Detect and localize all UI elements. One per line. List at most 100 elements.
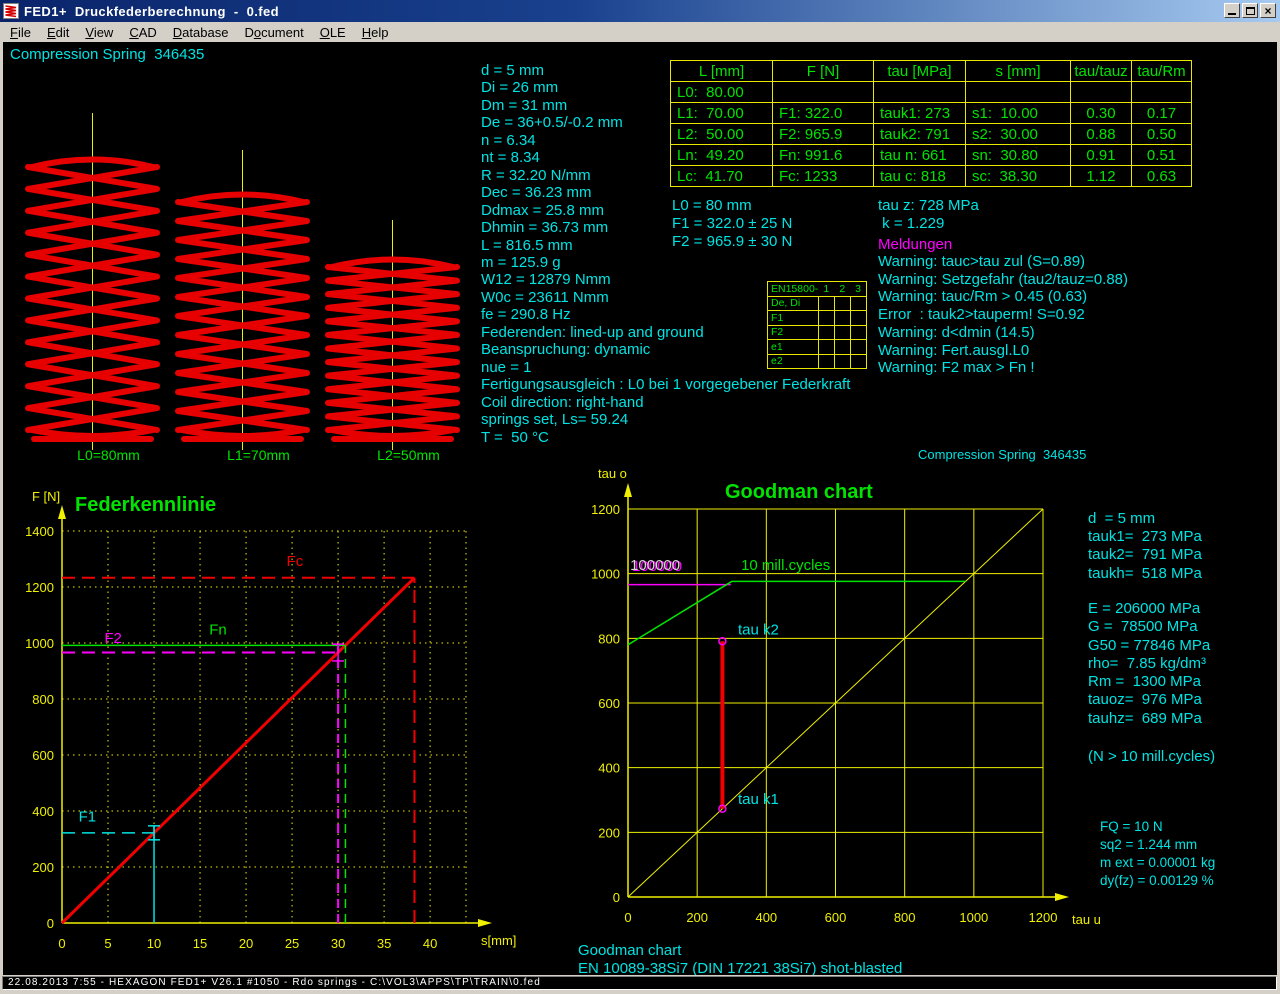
en-table-label: e2 bbox=[768, 354, 819, 369]
status-text: 22.08.2013 7:55 - HEXAGON FED1+ V26.1 #1… bbox=[2, 976, 1277, 990]
en-table-cell bbox=[818, 325, 834, 340]
x-tick-label: 40 bbox=[423, 936, 437, 951]
material-line: G50 = 77846 MPa bbox=[1088, 637, 1210, 655]
en-table-row: F1 bbox=[768, 311, 867, 326]
message-line: Warning: F2 max > Fn ! bbox=[878, 359, 1128, 377]
en-table-cell bbox=[850, 311, 866, 326]
table-cell bbox=[773, 82, 874, 103]
Fc-level-label: Fc bbox=[287, 553, 304, 570]
x-tick-label: 5 bbox=[104, 936, 111, 951]
app-window: FED1+ Druckfederberechnung - 0.fed × Fil… bbox=[0, 0, 1280, 994]
x-tick-label: 600 bbox=[825, 910, 847, 925]
material-line: tauhz= 689 MPa bbox=[1088, 710, 1210, 728]
y-axis-arrow bbox=[58, 505, 66, 519]
param-line: L = 816.5 mm bbox=[481, 237, 850, 254]
menu-database[interactable]: Database bbox=[165, 24, 237, 41]
chart-title: Goodman chart bbox=[725, 481, 873, 503]
en-table-row: e1 bbox=[768, 340, 867, 355]
title-bar: FED1+ Druckfederberechnung - 0.fed × bbox=[0, 0, 1280, 22]
menu-bar: FileEditViewCADDatabaseDocumentOLEHelp bbox=[0, 22, 1280, 42]
close-button[interactable]: × bbox=[1260, 3, 1276, 18]
menu-help[interactable]: Help bbox=[354, 24, 397, 41]
table-row: L2: 50.00F2: 965.9tauk2: 791s2: 30.000.8… bbox=[671, 124, 1192, 145]
menu-ole[interactable]: OLE bbox=[312, 24, 354, 41]
table-cell: L2: 50.00 bbox=[671, 124, 773, 145]
message-line: Warning: tauc/Rm > 0.45 (0.63) bbox=[878, 288, 1128, 306]
table-row: L0: 80.00 bbox=[671, 82, 1192, 103]
tolerance-line: F1 = 322.0 ± 25 N bbox=[672, 215, 792, 233]
x-tick-label: 20 bbox=[239, 936, 253, 951]
tau-line: tau z: 728 MPa bbox=[878, 197, 979, 215]
goodman-footer: Goodman chartEN 10089-38Si7 (DIN 17221 3… bbox=[578, 942, 902, 975]
x-axis-label: s[mm] bbox=[481, 933, 516, 948]
spring-length-label: L1=70mm bbox=[227, 447, 290, 463]
tolerance-line: F2 = 965.9 ± 30 N bbox=[672, 233, 792, 251]
tau-z-block: tau z: 728 MPa k = 1.229 bbox=[878, 197, 979, 233]
table-cell bbox=[1071, 82, 1132, 103]
x-tick-label: 30 bbox=[331, 936, 345, 951]
minimize-button[interactable] bbox=[1224, 3, 1240, 18]
en-table-cell bbox=[834, 296, 850, 311]
x-tick-label: 35 bbox=[377, 936, 391, 951]
misc-line: dy(fz) = 0.00129 % bbox=[1100, 872, 1215, 890]
en-table-row: De, Di bbox=[768, 296, 867, 311]
en-table-label: F1 bbox=[768, 311, 819, 326]
x-tick-label: 0 bbox=[58, 936, 65, 951]
table-cell: L0: 80.00 bbox=[671, 82, 773, 103]
param-line: Ddmax = 25.8 mm bbox=[481, 202, 850, 219]
en-table-cell bbox=[818, 311, 834, 326]
message-line: Error : tauk2>tauperm! S=0.92 bbox=[878, 306, 1128, 324]
result-line: taukh= 518 MPa bbox=[1088, 565, 1202, 583]
cycles-note: (N > 10 mill.cycles) bbox=[1088, 748, 1215, 766]
table-row: Ln: 49.20Fn: 991.6tau n: 661sn: 30.800.9… bbox=[671, 145, 1192, 166]
table-cell bbox=[966, 82, 1071, 103]
en-table-cell bbox=[850, 354, 866, 369]
messages-title: Meldungen bbox=[878, 236, 952, 253]
en15800-tolerance-table: EN15800-123De, DiF1F2e1e2 bbox=[767, 281, 867, 369]
en-table-cell bbox=[834, 325, 850, 340]
en-table-cell bbox=[834, 311, 850, 326]
en-table-col: 3 bbox=[850, 282, 866, 297]
window-controls: × bbox=[1222, 3, 1276, 18]
line-100000-cycles-label: 100000 bbox=[630, 557, 680, 574]
window-title: FED1+ Druckfederberechnung - 0.fed bbox=[24, 4, 279, 19]
menu-view[interactable]: View bbox=[77, 24, 121, 41]
column-header: F [N] bbox=[773, 61, 874, 82]
minimize-icon bbox=[1228, 13, 1236, 15]
param-line: springs set, Ls= 59.24 bbox=[481, 411, 850, 428]
misc-line: FQ = 10 N bbox=[1100, 818, 1215, 836]
menu-cad[interactable]: CAD bbox=[121, 24, 164, 41]
table-cell: L1: 70.00 bbox=[671, 103, 773, 124]
Fn-level-label: Fn bbox=[209, 622, 227, 639]
en-table-label: e1 bbox=[768, 340, 819, 355]
y-tick-label: 800 bbox=[32, 692, 54, 707]
menu-document[interactable]: Document bbox=[236, 24, 311, 41]
param-line: Dhmin = 36.73 mm bbox=[481, 219, 850, 236]
message-line: Warning: Fert.ausgl.L0 bbox=[878, 342, 1128, 360]
result-line: tauk2= 791 MPa bbox=[1088, 546, 1202, 564]
y-tick-label: 1000 bbox=[591, 567, 620, 582]
y-tick-label: 0 bbox=[613, 890, 620, 905]
menu-edit[interactable]: Edit bbox=[39, 24, 77, 41]
menu-file[interactable]: File bbox=[2, 24, 39, 41]
table-cell: F1: 322.0 bbox=[773, 103, 874, 124]
material-line: G = 78500 MPa bbox=[1088, 618, 1210, 636]
y-tick-label: 600 bbox=[598, 696, 620, 711]
x-tick-label: 1200 bbox=[1029, 910, 1058, 925]
y-tick-label: 1000 bbox=[25, 636, 54, 651]
close-icon: × bbox=[1264, 6, 1271, 16]
maximize-button[interactable] bbox=[1242, 3, 1258, 18]
column-header: tau/Rm bbox=[1132, 61, 1192, 82]
note-line: (N > 10 mill.cycles) bbox=[1088, 748, 1215, 766]
table-row: L1: 70.00F1: 322.0tauk1: 273s1: 10.000.3… bbox=[671, 103, 1192, 124]
table-cell: s1: 10.00 bbox=[966, 103, 1071, 124]
x-axis-label: tau u bbox=[1072, 912, 1101, 927]
F1-level-label: F1 bbox=[79, 809, 97, 826]
spring-length-label: L0=80mm bbox=[77, 447, 140, 463]
y-tick-label: 200 bbox=[32, 860, 54, 875]
en-table-cell bbox=[850, 340, 866, 355]
table-cell: tauk2: 791 bbox=[874, 124, 966, 145]
table-cell: tauk1: 273 bbox=[874, 103, 966, 124]
material-data-panel: E = 206000 MPaG = 78500 MPaG50 = 77846 M… bbox=[1088, 600, 1210, 728]
x-tick-label: 400 bbox=[755, 910, 777, 925]
